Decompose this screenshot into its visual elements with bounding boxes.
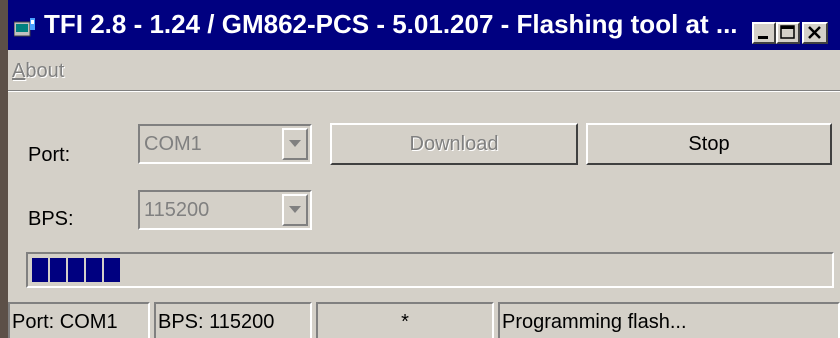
progress-block [50,258,66,282]
app-icon [14,18,35,37]
bps-select-value: 115200 [144,199,210,221]
port-select[interactable]: COM1 [138,124,312,164]
status-message: Programming flash... [498,302,840,338]
about-label-rest: bout [25,60,65,82]
status-indicator: * [316,302,494,338]
maximize-button[interactable] [776,22,800,44]
port-dropdown-button[interactable] [282,128,308,160]
close-button[interactable] [802,22,828,44]
status-bar: Port: COM1 BPS: 115200 * Programming fla… [8,298,840,338]
chevron-down-icon [289,206,301,213]
progress-block [32,258,48,282]
stop-button[interactable]: Stop [586,123,832,165]
port-select-value: COM1 [144,133,202,155]
status-port: Port: COM1 [8,302,150,338]
about-mnemonic: A [12,60,26,82]
bps-dropdown-button[interactable] [282,194,308,226]
bps-label: BPS: [28,208,74,230]
minimize-icon [758,36,768,39]
minimize-button[interactable] [752,22,776,44]
progress-block [86,258,102,282]
bps-select[interactable]: 115200 [138,190,312,230]
menu-bar [8,50,840,91]
close-icon [808,26,821,39]
port-label: Port: [28,144,71,166]
chevron-down-icon [289,140,301,147]
status-bps: BPS: 115200 [154,302,312,338]
title-bar[interactable]: TFI 2.8 - 1.24 / GM862-PCS - 5.01.207 - … [8,0,840,50]
application-window: TFI 2.8 - 1.24 / GM862-PCS - 5.01.207 - … [8,0,840,338]
menu-item-about[interactable]: About [12,60,64,83]
progress-block [104,258,120,282]
progress-bar [26,252,834,288]
window-title: TFI 2.8 - 1.24 / GM862-PCS - 5.01.207 - … [44,9,738,39]
progress-block [68,258,84,282]
download-button[interactable]: Download [330,123,578,165]
maximize-icon [780,25,795,39]
